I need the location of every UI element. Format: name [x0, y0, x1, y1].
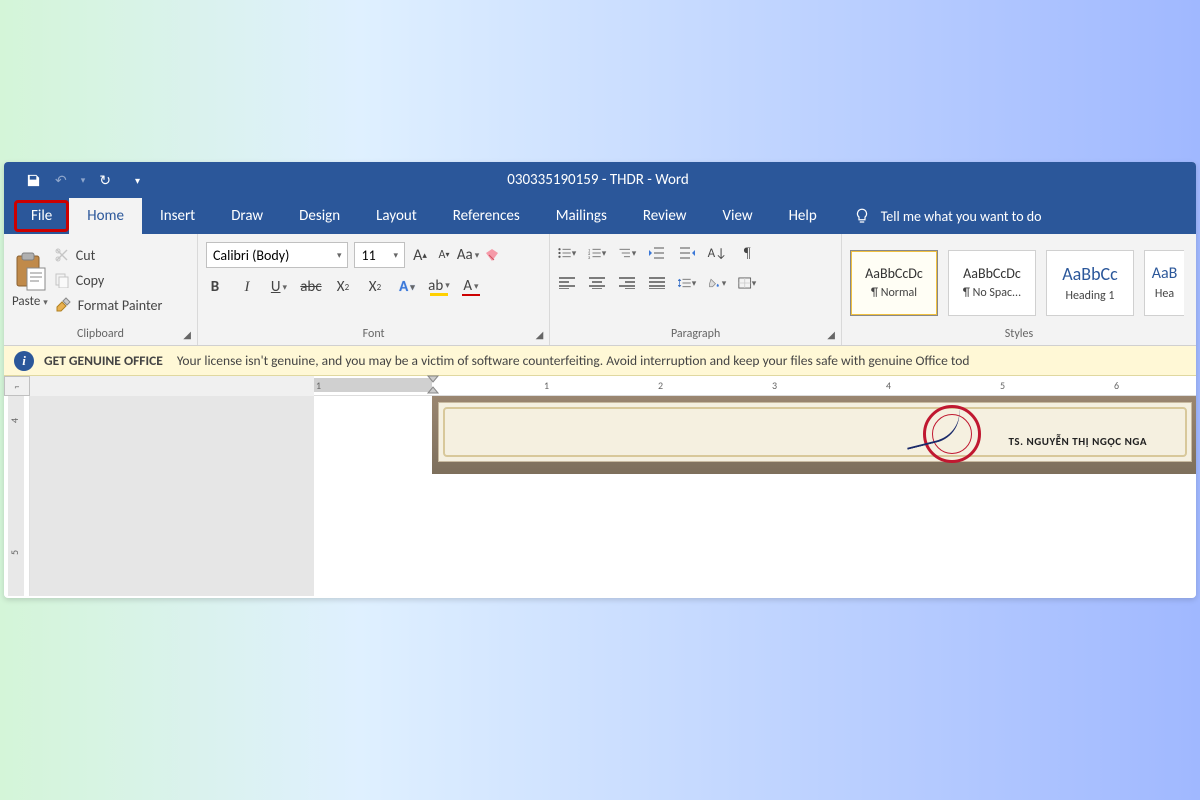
tab-review[interactable]: Review — [625, 198, 705, 234]
genuine-office-warning: i GET GENUINE OFFICE Your license isn't … — [4, 346, 1196, 376]
clear-formatting-icon[interactable] — [483, 246, 501, 264]
clipboard-group-label: Clipboard — [12, 323, 189, 345]
titlebar: ↶ ▾ ↻ ▾ 030335190159 - THDR - Word — [4, 162, 1196, 198]
document-page[interactable]: TS. NGUYỄN THỊ NGỌC NGA — [314, 396, 1196, 596]
change-case-icon[interactable]: Aa▾ — [459, 246, 477, 264]
paste-button[interactable]: Paste ▾ — [12, 252, 48, 309]
tab-home[interactable]: Home — [69, 198, 142, 234]
align-center-icon[interactable] — [588, 274, 606, 292]
tab-references[interactable]: References — [435, 198, 538, 234]
embedded-image[interactable]: TS. NGUYỄN THỊ NGỌC NGA — [432, 396, 1196, 474]
save-icon[interactable] — [26, 173, 41, 188]
increase-indent-icon[interactable] — [678, 244, 696, 262]
font-color-icon[interactable]: A▾ — [462, 278, 480, 296]
tab-design[interactable]: Design — [281, 198, 358, 234]
group-paragraph: ▾ 123▾ ▾ A↓ ¶ ▾ ▾ ▾ Para — [550, 234, 842, 345]
group-clipboard: Paste ▾ Cut Copy Format Painter — [4, 234, 198, 345]
line-spacing-icon[interactable]: ▾ — [678, 274, 696, 292]
copy-icon — [54, 272, 70, 288]
paragraph-group-label: Paragraph — [558, 323, 833, 345]
font-dialog-launcher-icon[interactable]: ◢ — [536, 328, 544, 341]
tab-draw[interactable]: Draw — [213, 198, 281, 234]
indent-markers-icon[interactable] — [427, 375, 439, 395]
styles-group-label: Styles — [850, 323, 1188, 345]
style-no-spacing[interactable]: AaBbCcDc ¶ No Spac... — [948, 250, 1036, 316]
numbering-icon[interactable]: 123▾ — [588, 244, 606, 262]
undo-dropdown-icon[interactable]: ▾ — [81, 175, 86, 186]
clipboard-dialog-launcher-icon[interactable]: ◢ — [183, 328, 191, 341]
window-title: 030335190159 - THDR - Word — [140, 171, 1196, 189]
ruler-row: ⌐ 1 1 2 3 4 5 6 — [4, 376, 1196, 396]
tab-mailings[interactable]: Mailings — [538, 198, 625, 234]
shading-icon[interactable]: ▾ — [708, 274, 726, 292]
grow-font-icon[interactable]: A▴ — [411, 246, 429, 264]
shrink-font-icon[interactable]: A▾ — [435, 246, 453, 264]
sort-icon[interactable]: A↓ — [708, 244, 726, 262]
justify-icon[interactable] — [648, 274, 666, 292]
quick-access-toolbar: ↶ ▾ ↻ ▾ — [4, 172, 140, 189]
lightbulb-icon — [853, 207, 871, 225]
repeat-icon[interactable]: ↻ — [99, 172, 111, 189]
paintbrush-icon — [54, 297, 72, 315]
paragraph-dialog-launcher-icon[interactable]: ◢ — [827, 328, 835, 341]
font-name-combo[interactable]: Calibri (Body)▾ — [206, 242, 349, 268]
borders-icon[interactable]: ▾ — [738, 274, 756, 292]
tab-selector[interactable]: ⌐ — [4, 376, 30, 396]
ribbon-tabs: File Home Insert Draw Design Layout Refe… — [4, 198, 1196, 234]
subscript-icon[interactable]: X2 — [334, 278, 352, 296]
multilevel-list-icon[interactable]: ▾ — [618, 244, 636, 262]
tab-file[interactable]: File — [14, 200, 69, 232]
tab-layout[interactable]: Layout — [358, 198, 435, 234]
bold-icon[interactable]: B — [206, 278, 224, 296]
horizontal-ruler[interactable]: 1 1 2 3 4 5 6 — [314, 376, 1196, 396]
format-painter-button[interactable]: Format Painter — [54, 297, 163, 315]
ribbon: Paste ▾ Cut Copy Format Painter — [4, 234, 1196, 346]
style-normal[interactable]: AaBbCcDc ¶ Normal — [850, 250, 938, 316]
document-area: 4 5 TS. NGUYỄN THỊ NGỌC NGA — [4, 396, 1196, 596]
vertical-ruler[interactable]: 4 5 — [4, 396, 30, 596]
warning-title: GET GENUINE OFFICE — [44, 352, 163, 369]
tab-help[interactable]: Help — [771, 198, 835, 234]
cut-button[interactable]: Cut — [54, 247, 163, 264]
superscript-icon[interactable]: X2 — [366, 278, 384, 296]
scissors-icon — [54, 247, 70, 263]
tab-insert[interactable]: Insert — [142, 198, 213, 234]
underline-icon[interactable]: U▾ — [270, 278, 288, 296]
highlight-icon[interactable]: ab▾ — [430, 278, 448, 296]
align-left-icon[interactable] — [558, 274, 576, 292]
show-paragraph-marks-icon[interactable]: ¶ — [738, 244, 756, 262]
svg-text:3: 3 — [588, 256, 591, 260]
paste-label: Paste ▾ — [12, 294, 48, 309]
decrease-indent-icon[interactable] — [648, 244, 666, 262]
group-font: Calibri (Body)▾ 11▾ A▴ A▾ Aa▾ B I U▾ — [198, 234, 550, 345]
font-size-combo[interactable]: 11▾ — [354, 242, 405, 268]
word-window: ↶ ▾ ↻ ▾ 030335190159 - THDR - Word File … — [4, 162, 1196, 598]
strikethrough-icon[interactable]: abc — [302, 278, 320, 296]
style-heading-2[interactable]: AaB Hea — [1144, 250, 1184, 316]
info-icon: i — [14, 351, 34, 371]
certificate-name: TS. NGUYỄN THỊ NGỌC NGA — [1009, 435, 1148, 448]
italic-icon[interactable]: I — [238, 278, 256, 296]
text-effects-icon[interactable]: A▾ — [398, 278, 416, 296]
tell-me-label: Tell me what you want to do — [881, 208, 1042, 225]
copy-button[interactable]: Copy — [54, 272, 163, 289]
tell-me-search[interactable]: Tell me what you want to do — [853, 198, 1042, 234]
align-right-icon[interactable] — [618, 274, 636, 292]
tab-view[interactable]: View — [704, 198, 770, 234]
bullets-icon[interactable]: ▾ — [558, 244, 576, 262]
clipboard-paste-icon — [13, 252, 47, 292]
style-heading-1[interactable]: AaBbCc Heading 1 — [1046, 250, 1134, 316]
group-styles: AaBbCcDc ¶ Normal AaBbCcDc ¶ No Spac... … — [842, 234, 1196, 345]
font-group-label: Font — [206, 323, 541, 345]
warning-body: Your license isn't genuine, and you may … — [177, 352, 970, 369]
undo-icon[interactable]: ↶ — [55, 172, 67, 189]
